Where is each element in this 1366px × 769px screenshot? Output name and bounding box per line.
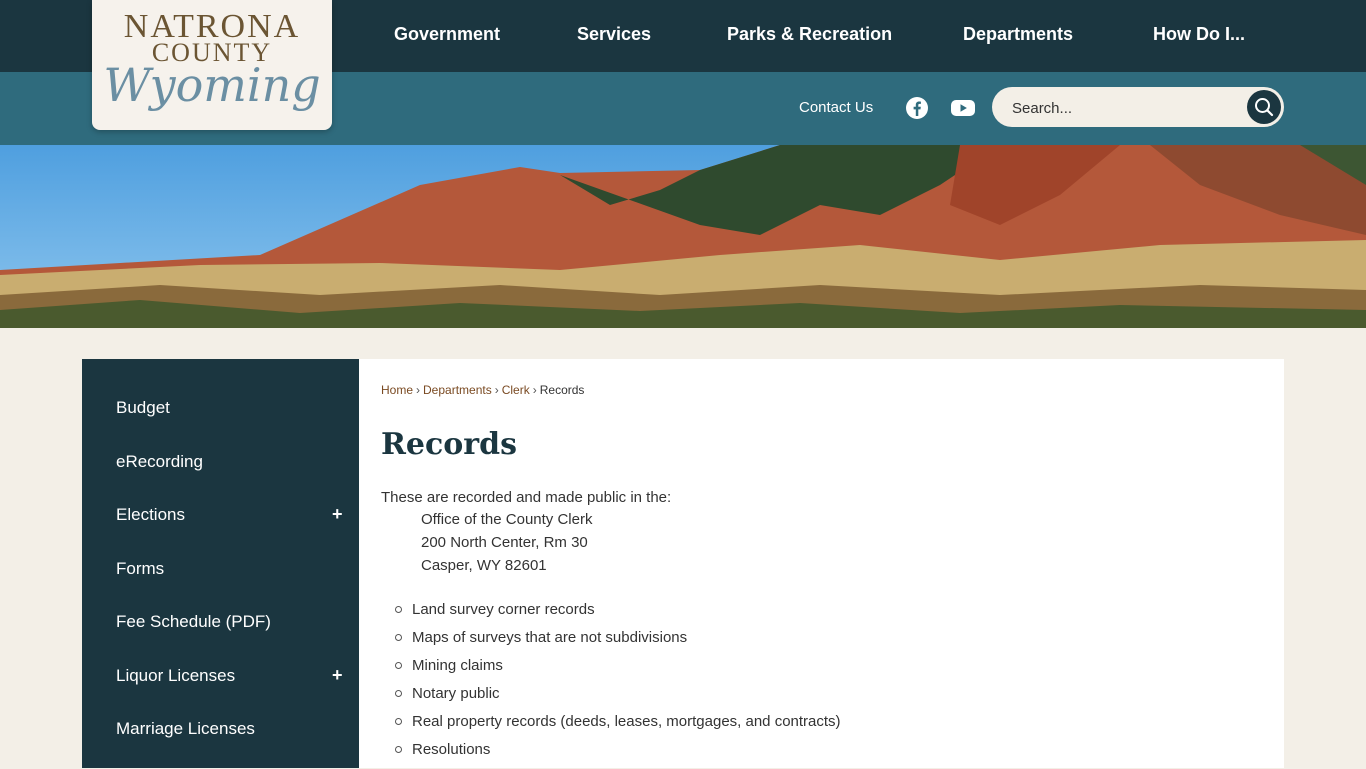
breadcrumb-separator: › (416, 383, 421, 397)
list-item-text: Land survey corner records (412, 601, 595, 618)
list-item: Resolutions (381, 741, 841, 769)
list-item: Maps of surveys that are not subdivision… (381, 629, 841, 657)
search-button[interactable] (1247, 90, 1281, 124)
bullet-icon (395, 746, 402, 753)
expand-elections-plus-icon[interactable]: + (332, 504, 343, 525)
breadcrumb-departments[interactable]: Departments (423, 383, 492, 397)
sidebar-item-forms[interactable]: Forms (116, 559, 164, 579)
list-item: Notary public (381, 685, 841, 713)
facebook-icon[interactable] (905, 96, 929, 120)
search-input[interactable] (1010, 96, 1234, 120)
page-title: Records (381, 427, 517, 462)
search-icon (1255, 98, 1274, 117)
nav-parks-recreation[interactable]: Parks & Recreation (727, 24, 892, 45)
expand-liquor-licenses-plus-icon[interactable]: + (332, 665, 343, 686)
banner-landscape-image (0, 145, 1366, 328)
list-item-text: Real property records (deeds, leases, mo… (412, 713, 841, 730)
address-office: Office of the County Clerk (421, 511, 593, 528)
breadcrumb-separator: › (494, 383, 499, 397)
bullet-icon (395, 606, 402, 613)
breadcrumb: Home › Departments › Clerk › Records (381, 383, 584, 397)
breadcrumb-home[interactable]: Home (381, 383, 413, 397)
breadcrumb-clerk[interactable]: Clerk (502, 383, 530, 397)
address-city: Casper, WY 82601 (421, 557, 547, 574)
main-content: Home › Departments › Clerk › Records Records T… (359, 359, 1284, 768)
list-item-text: Mining claims (412, 657, 503, 674)
breadcrumb-current: Records (539, 383, 585, 397)
bullet-icon (395, 690, 402, 697)
sidebar-item-erecording[interactable]: eRecording (116, 452, 203, 472)
youtube-icon[interactable] (950, 96, 975, 120)
sidebar-item-fee-schedule[interactable]: Fee Schedule (PDF) (116, 612, 271, 632)
sidebar-item-marriage-licenses[interactable]: Marriage Licenses (116, 719, 255, 739)
sidebar-item-liquor-licenses[interactable]: Liquor Licenses (116, 666, 235, 686)
list-item: Real property records (deeds, leases, mo… (381, 713, 841, 741)
sidebar-navigation: Budget eRecording Elections + Forms Fee … (82, 359, 359, 768)
list-item: Land survey corner records (381, 601, 841, 629)
records-list: Land survey corner records Maps of surve… (381, 601, 841, 769)
logo-line-wyoming: Wyoming (103, 58, 321, 112)
bullet-icon (395, 718, 402, 725)
list-item: Mining claims (381, 657, 841, 685)
intro-text: These are recorded and made public in th… (381, 489, 672, 506)
nav-how-do-i[interactable]: How Do I... (1153, 24, 1245, 45)
list-item-text: Maps of surveys that are not subdivision… (412, 629, 688, 646)
site-logo[interactable]: NATRONA COUNTY Wyoming (92, 0, 332, 130)
list-item-text: Resolutions (412, 741, 491, 758)
contact-us-link[interactable]: Contact Us (799, 99, 873, 116)
site-search (992, 87, 1284, 127)
nav-government[interactable]: Government (394, 24, 500, 45)
nav-departments[interactable]: Departments (963, 24, 1073, 45)
bullet-icon (395, 634, 402, 641)
sidebar-item-elections[interactable]: Elections (116, 505, 185, 525)
breadcrumb-separator: › (532, 383, 537, 397)
address-street: 200 North Center, Rm 30 (421, 534, 588, 551)
sidebar-item-budget[interactable]: Budget (116, 398, 170, 418)
bullet-icon (395, 662, 402, 669)
nav-services[interactable]: Services (577, 24, 651, 45)
list-item-text: Notary public (412, 685, 500, 702)
